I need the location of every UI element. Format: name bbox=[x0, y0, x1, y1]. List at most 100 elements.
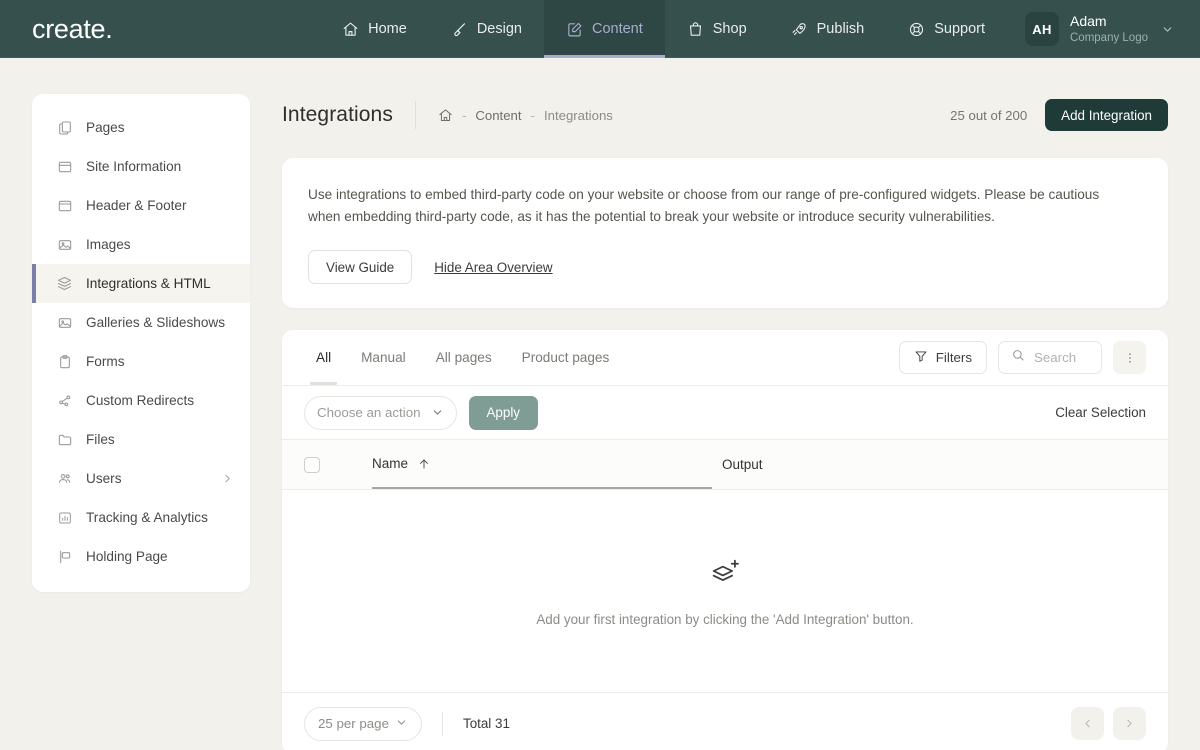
action-select-value: Choose an action bbox=[317, 405, 421, 421]
share-icon bbox=[56, 393, 73, 409]
sidebar-item-users[interactable]: Users bbox=[32, 459, 250, 498]
tab-manual[interactable]: Manual bbox=[349, 330, 418, 385]
sidebar-item-integrations-html[interactable]: Integrations & HTML bbox=[32, 264, 250, 303]
area-overview-actions: View Guide Hide Area Overview bbox=[308, 250, 1142, 285]
filters-button[interactable]: Filters bbox=[898, 341, 987, 375]
footer-divider bbox=[442, 711, 443, 736]
nav-item-home[interactable]: Home bbox=[320, 0, 429, 58]
kebab-icon bbox=[1128, 352, 1131, 363]
tab-all-pages[interactable]: All pages bbox=[424, 330, 504, 385]
sort-ascending-icon bbox=[417, 457, 431, 471]
top-navigation-bar: create. Home Design Content Shop Publish… bbox=[0, 0, 1200, 58]
area-overview-panel: Use integrations to embed third-party co… bbox=[282, 158, 1168, 309]
bar-chart-icon bbox=[56, 510, 73, 526]
previous-page-button[interactable] bbox=[1071, 707, 1104, 741]
breadcrumb-separator: - bbox=[530, 107, 535, 123]
folder-icon bbox=[56, 432, 73, 448]
apply-button[interactable]: Apply bbox=[468, 395, 538, 430]
layout-icon bbox=[56, 198, 73, 214]
hide-area-overview-link[interactable]: Hide Area Overview bbox=[434, 260, 552, 275]
user-menu[interactable]: AH Adam Company Logo bbox=[1007, 0, 1200, 58]
sidebar-item-header-footer[interactable]: Header & Footer bbox=[32, 186, 250, 225]
sidebar-item-pages[interactable]: Pages bbox=[32, 108, 250, 147]
search-input[interactable] bbox=[1034, 350, 1089, 366]
breadcrumb-item-content[interactable]: Content bbox=[475, 108, 521, 123]
table-header-row: Name Output bbox=[282, 440, 1168, 491]
chevron-down-icon bbox=[395, 716, 408, 732]
brush-icon bbox=[451, 21, 468, 38]
nav-item-content[interactable]: Content bbox=[543, 0, 665, 58]
bag-icon bbox=[687, 21, 704, 38]
add-integration-button[interactable]: Add Integration bbox=[1045, 99, 1168, 131]
sidebar-item-forms[interactable]: Forms bbox=[32, 342, 250, 381]
layers-icon bbox=[56, 275, 73, 292]
sidebar: Pages Site Information Header & Footer I… bbox=[32, 94, 250, 592]
table-toolbar: All Manual All pages Product pages Filte… bbox=[282, 330, 1168, 387]
chevron-down-icon bbox=[431, 406, 444, 419]
clipboard-icon bbox=[56, 354, 73, 370]
breadcrumb: - Content - Integrations bbox=[438, 108, 613, 123]
action-select[interactable]: Choose an action bbox=[304, 395, 457, 430]
lifebuoy-icon bbox=[908, 21, 925, 38]
filter-icon bbox=[914, 349, 928, 366]
nav-item-support[interactable]: Support bbox=[886, 0, 1007, 58]
image-icon bbox=[56, 237, 73, 253]
breadcrumb-separator: - bbox=[461, 107, 467, 123]
total-count: Total 31 bbox=[463, 716, 510, 732]
tab-product-pages[interactable]: Product pages bbox=[510, 330, 622, 385]
tab-all[interactable]: All bbox=[304, 330, 343, 386]
home-icon bbox=[342, 21, 359, 38]
column-header-output[interactable]: Output bbox=[722, 457, 763, 472]
per-page-select[interactable]: 25 per page bbox=[304, 706, 422, 741]
sidebar-item-label: Forms bbox=[86, 354, 125, 369]
user-info: Adam Company Logo bbox=[1070, 13, 1148, 45]
nav-item-label: Home bbox=[368, 21, 407, 37]
clear-selection-link[interactable]: Clear Selection bbox=[1055, 405, 1146, 420]
nav-item-publish[interactable]: Publish bbox=[769, 0, 887, 58]
sidebar-item-label: Files bbox=[86, 432, 115, 447]
sidebar-item-label: Integrations & HTML bbox=[86, 276, 211, 291]
nav-item-shop[interactable]: Shop bbox=[665, 0, 769, 58]
search-box[interactable] bbox=[998, 341, 1102, 375]
nav-item-design[interactable]: Design bbox=[429, 0, 544, 58]
chevron-left-icon bbox=[1085, 719, 1090, 728]
sidebar-item-site-information[interactable]: Site Information bbox=[32, 147, 250, 186]
chevron-right-icon bbox=[1127, 719, 1132, 728]
edit-square-icon bbox=[566, 21, 583, 38]
page-title: Integrations bbox=[282, 103, 393, 126]
home-icon[interactable] bbox=[438, 108, 453, 123]
select-all-checkbox[interactable] bbox=[304, 456, 320, 473]
sidebar-item-label: Site Information bbox=[86, 159, 182, 174]
avatar: AH bbox=[1025, 12, 1059, 46]
sidebar-item-label: Pages bbox=[86, 120, 125, 135]
pagination bbox=[1071, 707, 1146, 741]
empty-state-message: Add your first integration by clicking t… bbox=[536, 612, 914, 628]
sidebar-item-images[interactable]: Images bbox=[32, 225, 250, 264]
column-header-name[interactable]: Name bbox=[372, 440, 712, 490]
window-icon bbox=[56, 159, 73, 175]
rocket-icon bbox=[791, 21, 808, 38]
table-footer: 25 per page Total 31 bbox=[282, 692, 1168, 750]
sidebar-item-label: Images bbox=[86, 237, 131, 252]
breadcrumb-item-integrations[interactable]: Integrations bbox=[544, 108, 613, 123]
page-header: Integrations - Content - Integrations 25… bbox=[282, 94, 1168, 136]
next-page-button[interactable] bbox=[1113, 707, 1146, 741]
app-logo[interactable]: create. bbox=[0, 0, 113, 58]
gallery-icon bbox=[56, 315, 73, 331]
more-options-button[interactable] bbox=[1113, 341, 1146, 375]
page-header-actions: 25 out of 200 Add Integration bbox=[950, 99, 1168, 131]
sidebar-item-custom-redirects[interactable]: Custom Redirects bbox=[32, 381, 250, 420]
nav-item-label: Shop bbox=[712, 21, 747, 37]
user-subtitle: Company Logo bbox=[1070, 31, 1148, 44]
sidebar-item-galleries-slideshows[interactable]: Galleries & Slideshows bbox=[32, 303, 250, 342]
nav-item-label: Support bbox=[934, 21, 985, 37]
sidebar-item-tracking-analytics[interactable]: Tracking & Analytics bbox=[32, 498, 250, 537]
sidebar-item-holding-page[interactable]: Holding Page bbox=[32, 537, 250, 576]
chevron-right-icon bbox=[221, 472, 234, 485]
copy-icon bbox=[56, 120, 73, 136]
column-header-label: Name bbox=[372, 456, 409, 472]
layers-plus-icon bbox=[708, 555, 742, 594]
view-guide-button[interactable]: View Guide bbox=[308, 250, 413, 285]
sidebar-item-label: Header & Footer bbox=[86, 198, 187, 213]
sidebar-item-files[interactable]: Files bbox=[32, 420, 250, 459]
